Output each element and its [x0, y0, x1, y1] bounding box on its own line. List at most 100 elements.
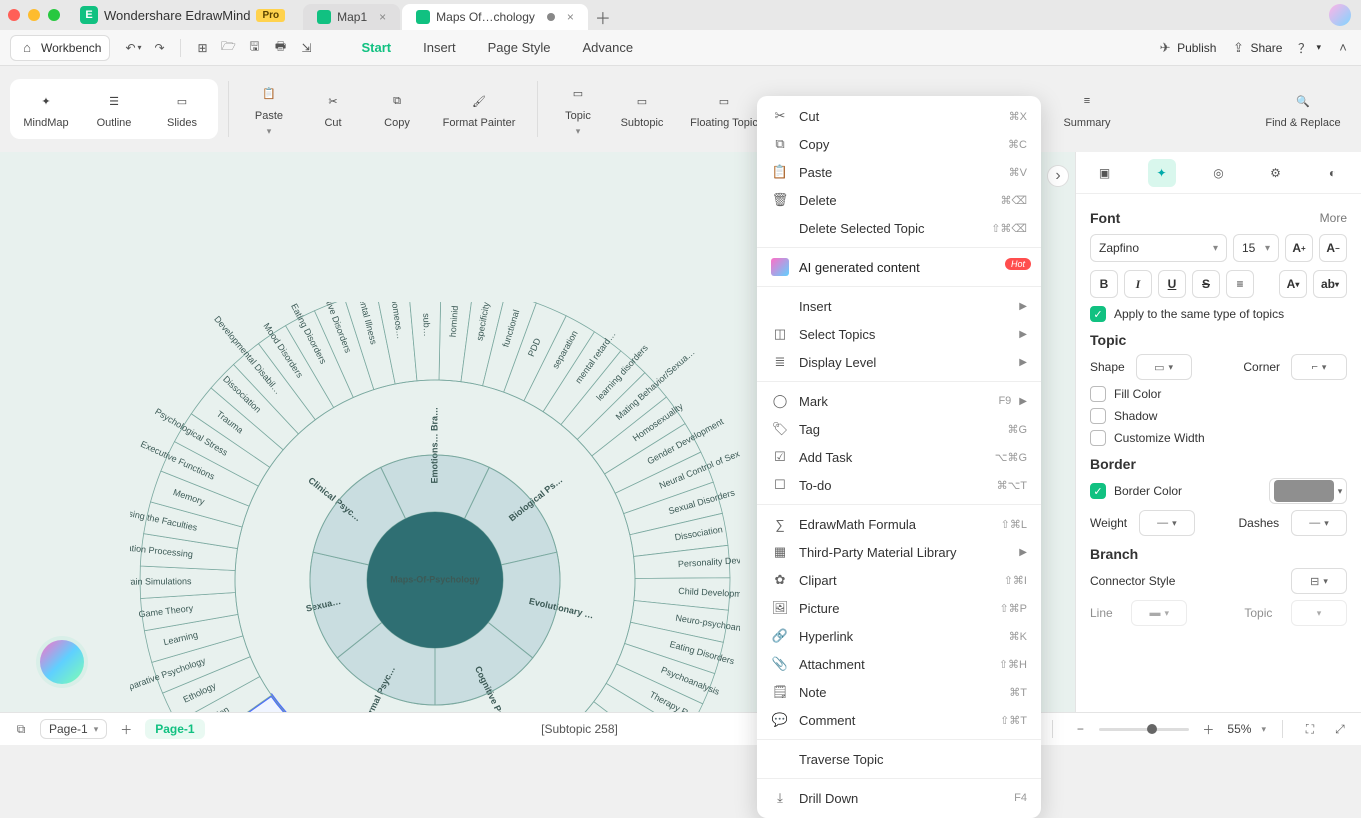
minimize-window-button[interactable]	[28, 9, 40, 21]
ctx-select-topics[interactable]: ◫Select Topics▶	[757, 320, 1041, 348]
sidebar-tab-settings[interactable]: ⚙	[1262, 159, 1290, 187]
ctx-ai-content[interactable]: AI generated contentHot	[757, 253, 1041, 281]
fullscreen-button[interactable]: ⤢	[1329, 718, 1351, 740]
ctx-traverse[interactable]: Traverse Topic	[757, 745, 1041, 773]
customize-width-checkbox[interactable]: Customize Width	[1090, 430, 1347, 446]
fit-button[interactable]: ⛶	[1299, 718, 1321, 740]
view-outline-button[interactable]: ☰Outline	[84, 85, 144, 133]
ctx-delete-selected[interactable]: Delete Selected Topic⇧⌘⌫	[757, 214, 1041, 242]
ctx-formula[interactable]: ∑EdrawMath Formula⇧⌘L	[757, 510, 1041, 538]
ctx-note[interactable]: 🗒Note⌘T	[757, 678, 1041, 706]
document-tab-maps-of-psychology[interactable]: Maps Of…chology ×	[402, 4, 588, 30]
connector-style-select[interactable]: ⊟ ▾	[1291, 568, 1347, 594]
user-avatar[interactable]	[1329, 4, 1351, 26]
ctx-todo[interactable]: ☐To-do⌘⌥T	[757, 471, 1041, 499]
font-more-link[interactable]: More	[1320, 211, 1347, 225]
ai-assistant-bubble[interactable]	[40, 640, 84, 684]
ctx-tag[interactable]: 🏷Tag⌘G	[757, 415, 1041, 443]
save-button[interactable]: 🖫	[241, 35, 267, 61]
zoom-slider[interactable]	[1099, 728, 1189, 731]
sidebar-tab-map[interactable]: ◎	[1205, 159, 1233, 187]
ctx-cut[interactable]: ✂Cut⌘X	[757, 102, 1041, 130]
strike-button[interactable]: S	[1192, 270, 1220, 298]
workbench-button[interactable]: ⌂ Workbench	[10, 35, 110, 61]
menu-tab-start[interactable]: Start	[359, 34, 393, 61]
border-color-checkbox[interactable]: ✓Border Color	[1090, 483, 1182, 499]
view-mindmap-button[interactable]: ✦MindMap	[16, 85, 76, 133]
zoom-thumb[interactable]	[1147, 724, 1157, 734]
find-replace-button[interactable]: 🔍Find & Replace	[1255, 89, 1351, 129]
font-size-select[interactable]: 15▾	[1233, 234, 1279, 262]
ctx-insert[interactable]: Insert▶	[757, 292, 1041, 320]
collapse-ribbon-button[interactable]: ˄	[1335, 40, 1351, 56]
ctx-mark[interactable]: ◯MarkF9▶	[757, 387, 1041, 415]
ctx-hyperlink[interactable]: 🔗Hyperlink⌘K	[757, 622, 1041, 650]
page-selector[interactable]: Page-1▾	[40, 719, 107, 739]
sunburst-chart[interactable]: hominidspecificityfunctionalPDDseparatio…	[130, 302, 740, 712]
ctx-picture[interactable]: 🖼Picture⇧⌘P	[757, 594, 1041, 622]
new-button[interactable]: ⊞	[189, 35, 215, 61]
italic-button[interactable]: I	[1124, 270, 1152, 298]
document-tab-map1[interactable]: Map1 ×	[303, 4, 400, 30]
ctx-third-party[interactable]: ▦Third-Party Material Library▶	[757, 538, 1041, 566]
sidebar-tab-ai[interactable]: ✦	[1148, 159, 1176, 187]
summary-button[interactable]: ≡Summary	[1047, 89, 1127, 129]
view-slides-button[interactable]: ▭Slides	[152, 85, 212, 133]
apply-same-type-checkbox[interactable]: ✓ Apply to the same type of topics	[1090, 306, 1347, 322]
open-button[interactable]: 🗁	[215, 35, 241, 61]
collapse-side-panel-button[interactable]: ›	[1047, 165, 1069, 187]
font-shrink-button[interactable]: A−	[1319, 234, 1347, 262]
ctx-delete[interactable]: 🗑Delete⌘⌫	[757, 186, 1041, 214]
bold-button[interactable]: B	[1090, 270, 1118, 298]
ctx-clipart[interactable]: ✿Clipart⇧⌘I	[757, 566, 1041, 594]
insert-subtopic-button[interactable]: ▭Subtopic	[612, 85, 672, 133]
fullscreen-window-button[interactable]	[48, 9, 60, 21]
zoom-out-button[interactable]: −	[1069, 718, 1091, 740]
active-page-chip[interactable]: Page-1	[145, 719, 204, 739]
fill-color-checkbox[interactable]: Fill Color	[1090, 386, 1347, 402]
format-painter-button[interactable]: 🖌Format Painter	[431, 85, 527, 133]
menu-tab-advance[interactable]: Advance	[581, 34, 636, 61]
close-tab-icon[interactable]: ×	[567, 10, 574, 24]
underline-button[interactable]: U	[1158, 270, 1186, 298]
font-color-button[interactable]: A▾	[1279, 270, 1307, 298]
publish-button[interactable]: ✈Publish	[1157, 40, 1216, 56]
close-window-button[interactable]	[8, 9, 20, 21]
ctx-paste[interactable]: 📋Paste⌘V	[757, 158, 1041, 186]
ctx-copy[interactable]: ⧉Copy⌘C	[757, 130, 1041, 158]
line-select[interactable]: ▬ ▾	[1131, 600, 1187, 626]
weight-select[interactable]: — ▾	[1139, 510, 1195, 536]
share-button[interactable]: ⇪Share	[1230, 40, 1282, 56]
font-family-select[interactable]: Zapfino▾	[1090, 234, 1227, 262]
ctx-add-task[interactable]: ☑Add Task⌥⌘G	[757, 443, 1041, 471]
sidebar-tab-history[interactable]: ◐	[1319, 159, 1347, 187]
copy-button[interactable]: ⧉Copy	[367, 85, 427, 133]
ctx-display-level[interactable]: ≣Display Level▶	[757, 348, 1041, 376]
shadow-checkbox[interactable]: Shadow	[1090, 408, 1347, 424]
print-button[interactable]: 🖶	[267, 35, 293, 61]
export-button[interactable]: ⇲	[293, 35, 319, 61]
font-grow-button[interactable]: A+	[1285, 234, 1313, 262]
add-page-button[interactable]: ＋	[115, 718, 137, 740]
sidebar-tab-style[interactable]: ▣	[1091, 159, 1119, 187]
new-tab-button[interactable]: ＋	[590, 4, 616, 30]
cut-button[interactable]: ✂Cut	[303, 85, 363, 133]
text-case-button[interactable]: ab▾	[1313, 270, 1347, 298]
topic-row-select[interactable]: ▾	[1291, 600, 1347, 626]
insert-topic-button[interactable]: ▭Topic▾	[548, 78, 608, 141]
border-color-select[interactable]: ▾	[1269, 478, 1347, 504]
redo-button[interactable]: ↷	[146, 35, 172, 61]
undo-button[interactable]: ↶▾	[120, 35, 146, 61]
ctx-drill-down[interactable]: ⤓Drill DownF4	[757, 784, 1041, 812]
menu-tab-page-style[interactable]: Page Style	[486, 34, 553, 61]
zoom-in-button[interactable]: ＋	[1197, 718, 1219, 740]
ctx-comment[interactable]: 💬Comment⇧⌘T	[757, 706, 1041, 734]
ctx-attachment[interactable]: 📎Attachment⇧⌘H	[757, 650, 1041, 678]
corner-select[interactable]: ⌐ ▾	[1291, 354, 1347, 380]
help-button[interactable]: ？▾	[1296, 40, 1321, 56]
paste-button[interactable]: 📋Paste▾	[239, 78, 299, 141]
pages-panel-button[interactable]: ⧉	[10, 718, 32, 740]
shape-select[interactable]: ▭ ▾	[1136, 354, 1192, 380]
align-button[interactable]: ≡	[1226, 270, 1254, 298]
dashes-select[interactable]: — ▾	[1291, 510, 1347, 536]
